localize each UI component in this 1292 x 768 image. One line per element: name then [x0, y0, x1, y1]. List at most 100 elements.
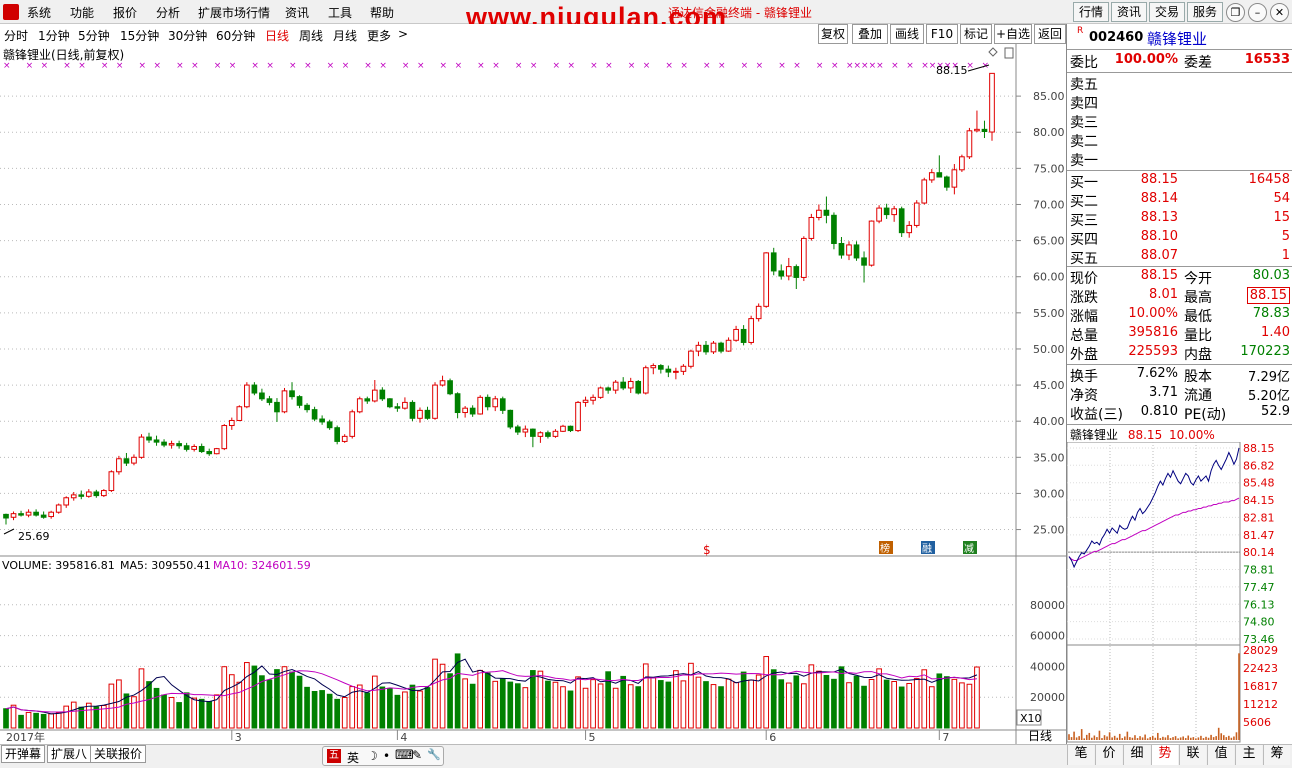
stock-code: 002460	[1089, 30, 1144, 45]
period-60min[interactable]: 60分钟	[216, 27, 255, 44]
panel-tab-2[interactable]: 价	[1095, 745, 1122, 765]
stat-value: 8.01	[1149, 287, 1178, 302]
top-button-quote[interactable]: 行情	[1073, 2, 1109, 22]
ask-row-2[interactable]: 卖四	[1070, 93, 1290, 112]
top-button-info[interactable]: 资讯	[1111, 2, 1147, 22]
panel-tab-7[interactable]: 主	[1235, 745, 1262, 765]
bid-volume: 16458	[1248, 172, 1290, 187]
button-add-favorite[interactable]: +自选	[994, 24, 1032, 44]
tab-extend-eight[interactable]: 扩展八	[47, 745, 92, 763]
period-daily[interactable]: 日线	[265, 27, 289, 44]
bid-row-4[interactable]: 买四 88.10 5	[1070, 229, 1290, 248]
menu-extended-market[interactable]: 扩展市场行情	[198, 4, 270, 21]
dividend-marker[interactable]: $	[703, 543, 711, 557]
period-timeshare[interactable]: 分时	[4, 27, 28, 44]
volume-bar	[665, 681, 672, 729]
button-mark[interactable]: 标记	[960, 24, 992, 44]
button-overlay[interactable]: 叠加	[852, 24, 888, 44]
panel-tab-5[interactable]: 联	[1179, 745, 1206, 765]
menu-help[interactable]: 帮助	[370, 4, 394, 21]
ranking-marker[interactable]: 榜	[880, 542, 890, 555]
ime-wrench-icon[interactable]: 🔧	[427, 748, 441, 761]
panel-tab-3[interactable]: 细	[1123, 745, 1150, 765]
stat-label: 总量	[1070, 328, 1098, 344]
restore-icon[interactable]: ❐	[1226, 3, 1245, 22]
top-button-service[interactable]: 服务	[1187, 2, 1223, 22]
period-more[interactable]: 更多	[367, 27, 391, 44]
stat-value: 10.00%	[1128, 306, 1178, 321]
button-back[interactable]: 返回	[1034, 24, 1066, 44]
menu-analysis[interactable]: 分析	[156, 4, 180, 21]
signal-mark: ×	[41, 61, 49, 71]
volume-bar	[575, 676, 581, 729]
ime-moon-icon[interactable]: ☽	[367, 749, 378, 763]
top-button-trade[interactable]: 交易	[1149, 2, 1185, 22]
price-tick-label: 40.00	[1033, 415, 1065, 428]
date-tick-label: 4	[400, 731, 407, 744]
volume-bar	[484, 672, 491, 729]
minimize-icon[interactable]: –	[1248, 3, 1267, 22]
tab-danmaku[interactable]: 开弹幕	[1, 745, 46, 763]
period-15min[interactable]: 15分钟	[120, 27, 159, 44]
margin-marker[interactable]: 融	[922, 543, 932, 555]
panel-tab-8[interactable]: 筹	[1263, 745, 1290, 765]
volume-bar	[785, 682, 792, 729]
signal-mark: ×	[778, 61, 786, 71]
stat-row: 涨幅 10.00% 最低 78.83	[1070, 306, 1290, 325]
ask-row-4[interactable]: 卖二	[1070, 131, 1290, 150]
tab-related-quote[interactable]: 关联报价	[90, 745, 147, 763]
price-tick-label: 80.00	[1033, 126, 1065, 139]
period-5min[interactable]: 5分钟	[78, 27, 110, 44]
menu-function[interactable]: 功能	[70, 4, 94, 21]
button-adjust[interactable]: 复权	[818, 24, 848, 44]
ime-keyboard-icon[interactable]: ⌨	[395, 748, 414, 763]
period-1min[interactable]: 1分钟	[38, 27, 70, 44]
menu-quote[interactable]: 报价	[113, 4, 137, 21]
panel-tab-4[interactable]: 势	[1151, 745, 1178, 765]
candle	[477, 395, 484, 415]
candle	[116, 455, 122, 475]
bid-row-2[interactable]: 买二 88.14 54	[1070, 191, 1290, 210]
panel-tab-6[interactable]: 值	[1207, 745, 1234, 765]
volume-bar	[281, 666, 288, 729]
kline-chart[interactable]: 赣锋锂业(日线,前复权) × × × × × × × × × × × × × × × × × × × × × × × × × × ×…	[0, 44, 1066, 744]
ime-english-icon[interactable]: 英	[347, 749, 359, 766]
ask-label: 卖四	[1070, 96, 1098, 112]
ime-wubi-icon[interactable]: 五	[327, 749, 341, 763]
weibi-value: 100.00%	[1114, 52, 1178, 67]
ime-toolbar[interactable]: 五 英 ☽ • ⌨ ✎ 🔧	[322, 746, 444, 766]
stat-value: 170223	[1240, 344, 1290, 359]
intraday-mini-chart[interactable]: 88.15 86.82 85.48 84.15 82.81 81.47 80.14 78.81…	[1067, 442, 1292, 744]
chart-title: 赣锋锂业(日线,前复权)	[3, 47, 124, 62]
period-30min[interactable]: 30分钟	[168, 27, 207, 44]
ime-pen-icon[interactable]: ✎	[412, 748, 422, 762]
signal-mark: ×	[138, 61, 146, 71]
ask-row-3[interactable]: 卖三	[1070, 112, 1290, 131]
period-monthly[interactable]: 月线	[333, 27, 357, 44]
panel-tab-1[interactable]: 笔	[1067, 745, 1094, 765]
bid-row-1[interactable]: 买一 88.15 16458	[1070, 172, 1290, 191]
price-tick-label: 25.00	[1033, 524, 1065, 537]
bid-row-3[interactable]: 买三 88.13 15	[1070, 210, 1290, 229]
volume-bar	[876, 668, 882, 729]
period-more-arrow-icon[interactable]: >	[398, 27, 408, 41]
period-weekly[interactable]: 周线	[299, 27, 323, 44]
stat-row: 现价 88.15 今开 80.03	[1070, 268, 1290, 287]
ask-row-5[interactable]: 卖一	[1070, 150, 1290, 169]
menu-info[interactable]: 资讯	[285, 4, 309, 21]
bid-row-5[interactable]: 买五 88.07 1	[1070, 248, 1290, 267]
menu-tools[interactable]: 工具	[328, 4, 352, 21]
ask-row-1[interactable]: 卖五	[1070, 74, 1290, 93]
price-tick-label: 70.00	[1033, 198, 1065, 211]
button-draw[interactable]: 画线	[890, 24, 924, 44]
volume-bar	[462, 678, 468, 729]
reduce-marker[interactable]: 减	[964, 543, 974, 555]
close-icon[interactable]: ✕	[1270, 3, 1289, 22]
signal-mark: ×	[289, 61, 297, 71]
signal-mark: ×	[628, 61, 636, 71]
stat-label: 量比	[1184, 328, 1212, 344]
ime-dot-icon[interactable]: •	[383, 749, 390, 763]
button-f10[interactable]: F10	[926, 24, 958, 44]
candle	[567, 425, 574, 433]
menu-system[interactable]: 系统	[27, 4, 51, 21]
